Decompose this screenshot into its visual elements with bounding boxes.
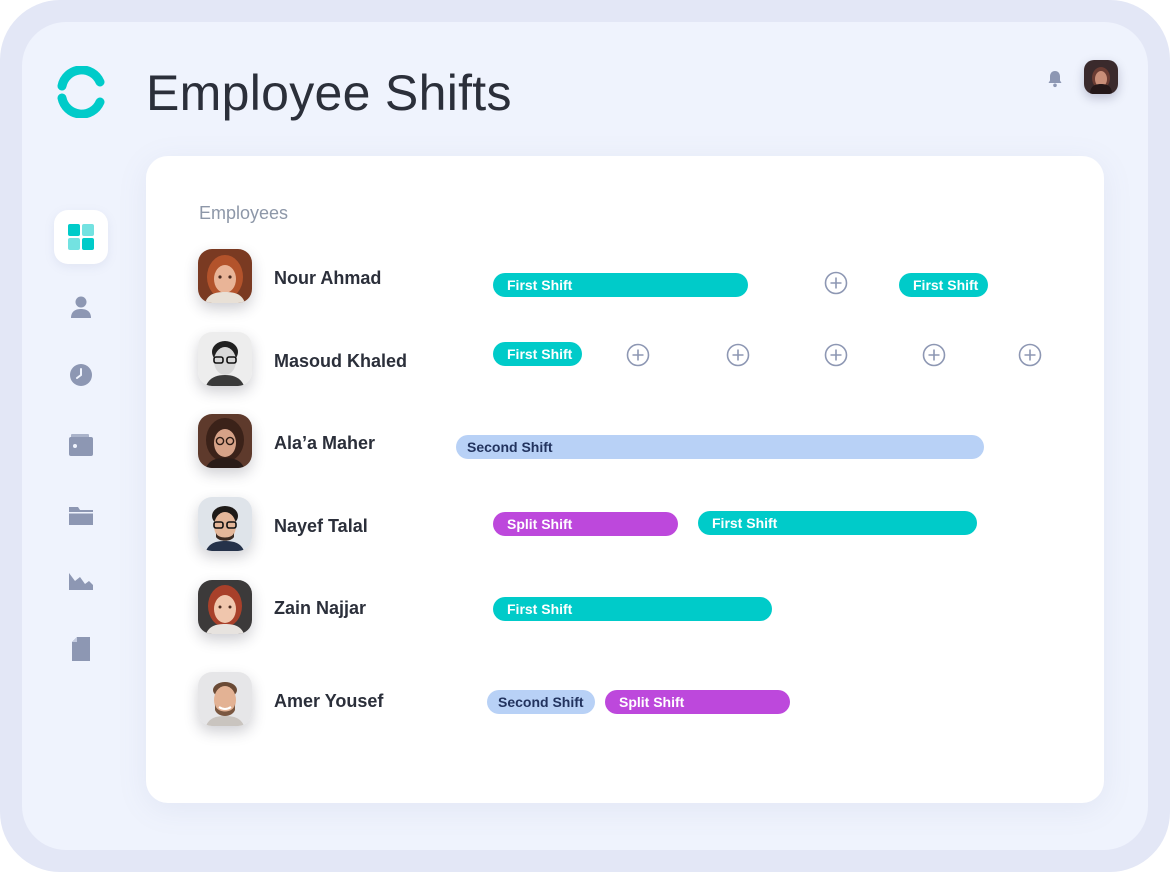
add-shift-button[interactable]: [824, 271, 848, 295]
sidebar-item-wallet[interactable]: [54, 418, 108, 472]
plus-circle-icon: [1018, 343, 1042, 367]
sidebar-item-users[interactable]: [54, 280, 108, 334]
folder-icon: [69, 507, 93, 525]
user-icon: [71, 296, 91, 318]
avatar: [198, 580, 252, 634]
shift-split[interactable]: Split Shift: [605, 690, 790, 714]
avatar: [198, 497, 252, 551]
plus-circle-icon: [824, 271, 848, 295]
sidebar-item-reports[interactable]: [54, 553, 108, 607]
sidebar-item-documents[interactable]: [54, 622, 108, 676]
plus-circle-icon: [824, 343, 848, 367]
clock-icon: [70, 364, 92, 386]
sidebar-item-time[interactable]: [54, 348, 108, 402]
shift-split[interactable]: Split Shift: [493, 512, 678, 536]
wallet-icon: [69, 434, 93, 456]
brand-logo-icon[interactable]: [56, 65, 108, 119]
section-label: Employees: [199, 203, 289, 223]
shift-first[interactable]: First Shift: [493, 342, 582, 366]
employee-name: Nayef Talal: [274, 516, 368, 536]
bell-icon[interactable]: [1044, 68, 1066, 90]
avatar: [198, 414, 252, 468]
sidebar-item-dashboard[interactable]: [54, 210, 108, 264]
shift-second[interactable]: Second Shift: [487, 690, 595, 714]
shift-first[interactable]: First Shift: [493, 273, 748, 297]
shift-first[interactable]: First Shift: [698, 511, 977, 535]
dashboard-icon: [68, 224, 94, 250]
chart-icon: [69, 573, 93, 590]
avatar: [198, 249, 252, 303]
employee-name: Ala’a Maher: [274, 433, 376, 453]
page-title: Employee Shifts: [146, 65, 512, 121]
add-shift-button[interactable]: [626, 343, 650, 367]
employee-name: Masoud Khaled: [274, 351, 408, 371]
employee-name: Amer Yousef: [274, 691, 384, 711]
shift-first[interactable]: First Shift: [899, 273, 988, 297]
shift-first[interactable]: First Shift: [493, 597, 772, 621]
sidebar-item-folders[interactable]: [54, 488, 108, 542]
employee-name: Zain Najjar: [274, 598, 367, 618]
plus-circle-icon: [922, 343, 946, 367]
plus-circle-icon: [626, 343, 650, 367]
add-shift-button[interactable]: [922, 343, 946, 367]
add-shift-button[interactable]: [824, 343, 848, 367]
plus-circle-icon: [726, 343, 750, 367]
add-shift-button[interactable]: [1018, 343, 1042, 367]
employee-name: Nour Ahmad: [274, 268, 382, 288]
shift-second[interactable]: Second Shift: [456, 435, 984, 459]
user-avatar[interactable]: [1084, 60, 1118, 94]
document-icon: [72, 637, 90, 661]
avatar: [198, 332, 252, 386]
add-shift-button[interactable]: [726, 343, 750, 367]
avatar: [198, 672, 252, 726]
